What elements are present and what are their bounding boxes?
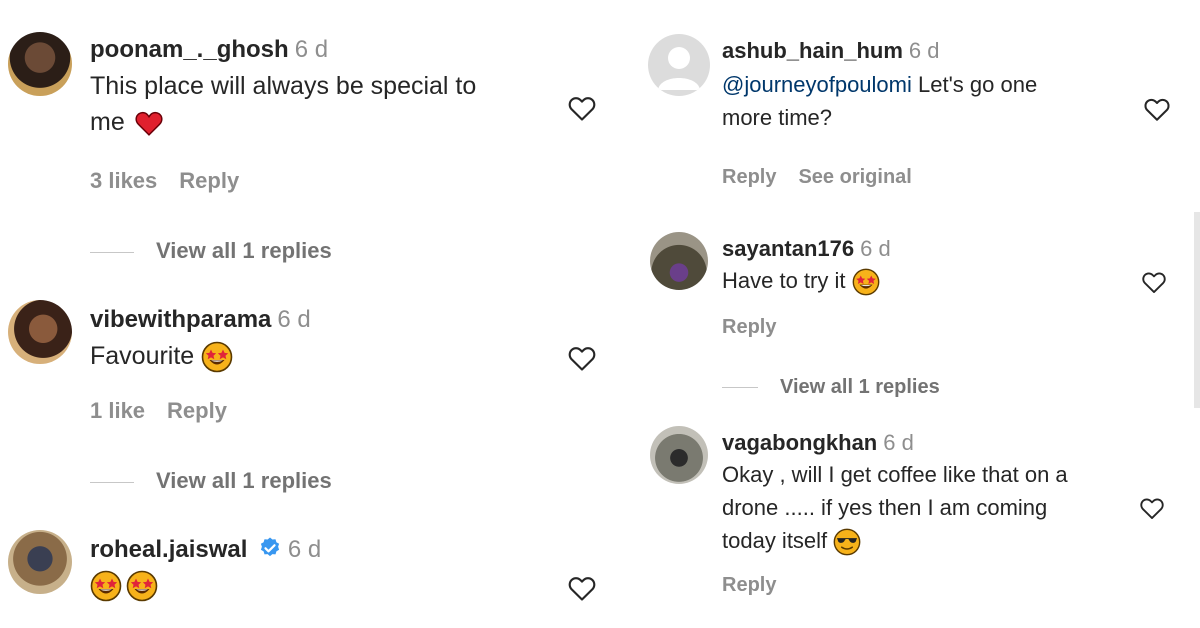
avatar[interactable] (650, 426, 708, 484)
reply-button[interactable]: Reply (167, 398, 227, 423)
view-replies-button[interactable]: View all 1 replies (90, 238, 332, 264)
red-heart-emoji-icon (132, 108, 166, 138)
star-struck-emoji-icon (201, 341, 233, 373)
comment-time: 6 d (277, 306, 311, 333)
comment-text: Favourite (90, 342, 195, 370)
see-original-button[interactable]: See original (798, 166, 911, 188)
comment-username[interactable]: poonam_._ghosh (90, 36, 289, 63)
comment-time: 6 d (287, 536, 322, 563)
avatar[interactable] (8, 300, 72, 364)
comment: roheal.jaiswal 6 d (0, 528, 610, 624)
comment: ashub_hain_hum 6 d @journeyofpoulomi Let'… (640, 32, 1200, 202)
comment-text: Okay , will I get coffee like that on a (722, 462, 1068, 487)
replies-divider (722, 387, 758, 389)
like-heart-icon[interactable] (1142, 94, 1172, 124)
comment-text-line2: me (90, 108, 125, 136)
star-struck-emoji-icon (90, 570, 122, 602)
reply-button[interactable]: Reply (722, 574, 776, 596)
avatar[interactable] (650, 232, 708, 290)
comment-text: Have to try it (722, 268, 846, 293)
comment-username[interactable]: sayantan176 (722, 236, 854, 261)
scrollbar[interactable] (1194, 212, 1200, 408)
like-heart-icon[interactable] (1140, 268, 1168, 296)
view-replies-button[interactable]: View all 1 replies (722, 376, 940, 399)
comment-text: Let's go one (911, 72, 1038, 97)
comment: poonam_._ghosh 6 d This place will always… (0, 28, 610, 263)
comment-text: This place will always be special to (90, 72, 477, 100)
comment-username[interactable]: vibewithparama (90, 306, 271, 333)
sunglasses-emoji-icon (833, 528, 861, 556)
comment-time: 6 d (294, 36, 329, 63)
comment-time: 6 d (883, 430, 914, 455)
default-avatar-icon (658, 47, 700, 90)
likes-count[interactable]: 1 like (90, 398, 145, 423)
replies-divider (90, 251, 134, 253)
verified-badge-icon (260, 537, 279, 557)
replies-divider (90, 481, 134, 483)
comment-username[interactable]: roheal.jaiswal (90, 536, 247, 563)
likes-count[interactable]: 3 likes (90, 168, 157, 193)
comment-time: 6 d (860, 236, 891, 261)
comment-username[interactable]: ashub_hain_hum (722, 38, 903, 63)
avatar[interactable] (648, 34, 710, 96)
reply-button[interactable]: Reply (722, 316, 776, 338)
comment-text-line2: drone ..... if yes then I am coming (722, 495, 1048, 520)
view-replies-label: View all 1 replies (156, 238, 332, 263)
reply-button[interactable]: Reply (179, 168, 239, 193)
comment: vibewithparama 6 d Favourite 1 like Reply … (0, 298, 610, 498)
view-replies-label: View all 1 replies (780, 376, 940, 398)
comment-text-line3: today itself (722, 528, 828, 553)
comment-text-line2: more time? (722, 105, 833, 130)
mention-link[interactable]: @journeyofpoulomi (722, 72, 912, 97)
star-struck-emoji-icon (852, 268, 880, 296)
comment-time: 6 d (908, 38, 940, 63)
like-heart-icon[interactable] (566, 92, 598, 124)
comment: vagabongkhan 6 d Okay , will I get coffee… (640, 424, 1200, 614)
comment: sayantan176 6 d Have to try it Reply View… (640, 230, 1200, 410)
avatar[interactable] (8, 530, 72, 594)
avatar[interactable] (8, 32, 72, 96)
like-heart-icon[interactable] (566, 572, 598, 604)
like-heart-icon[interactable] (566, 342, 598, 374)
view-replies-button[interactable]: View all 1 replies (90, 468, 332, 494)
comment-username[interactable]: vagabongkhan (722, 430, 877, 455)
like-heart-icon[interactable] (1138, 494, 1166, 522)
star-struck-emoji-icon (126, 570, 158, 602)
view-replies-label: View all 1 replies (156, 468, 332, 493)
reply-button[interactable]: Reply (722, 166, 776, 188)
